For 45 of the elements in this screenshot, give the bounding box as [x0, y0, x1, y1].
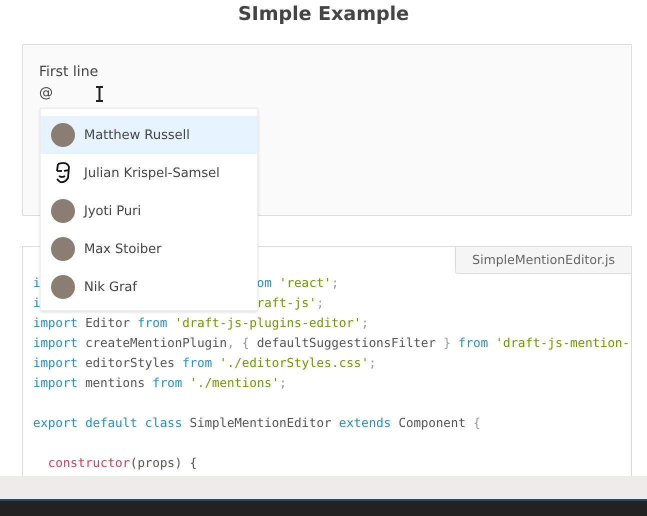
code-token: om [256, 274, 272, 292]
editor-line: @ [39, 84, 53, 103]
code-token: import [33, 374, 78, 392]
code-token: './mentions' [188, 374, 280, 392]
code-token: from [458, 334, 488, 352]
code-token: './editorStyles.css' [218, 354, 369, 372]
code-token: Editor [84, 314, 131, 332]
code-token: from [182, 354, 212, 372]
suggestion-item[interactable]: Max Stoiber [41, 230, 257, 268]
code-token: editorStyles [84, 354, 176, 372]
code-token: import [33, 314, 78, 332]
code-token: import [33, 354, 78, 372]
code-token: extends [338, 414, 392, 432]
code-token: } [442, 334, 452, 352]
editor-line: First line [39, 63, 100, 82]
code-token: from [137, 314, 168, 332]
code-token: createMentionPlugin [84, 334, 227, 352]
code-token: ; [279, 374, 287, 392]
code-token: i [33, 274, 40, 292]
code-token: ; [361, 314, 369, 332]
code-token: ; [331, 274, 339, 292]
code-token: raft-js' [256, 294, 316, 312]
code-token: defaultSuggestionsFilter [256, 334, 436, 352]
code-token: , { [226, 334, 250, 352]
code-token: import [33, 334, 78, 352]
code-token: (props) { [130, 454, 198, 472]
code-token: from [152, 374, 182, 392]
text-cursor-icon [95, 86, 104, 102]
code-token: 'react' [278, 274, 332, 292]
code-token: SimpleMentionEditor [188, 414, 332, 432]
file-tab[interactable]: SimpleMentionEditor.js [455, 247, 631, 274]
page-title: SImple Example [236, 2, 410, 27]
code-token: ; [316, 294, 324, 312]
code-token: i [33, 294, 40, 312]
code-token: 'draft-js-plugins-editor' [174, 314, 362, 332]
code-token: ; [368, 354, 376, 372]
suggestion-item[interactable]: Nik Graf [41, 268, 257, 306]
code-token: export default class [33, 414, 182, 432]
code-token: mentions [84, 374, 146, 392]
suggestion-item[interactable]: Matthew Russell [41, 116, 257, 154]
code-token: { [473, 414, 481, 432]
code-token: 'draft-js-mention- [494, 334, 630, 352]
code-token: constructor [46, 454, 130, 472]
suggestion-item[interactable]: Julian Krispel-Samsel [41, 154, 257, 192]
code-token: Component [398, 414, 467, 432]
